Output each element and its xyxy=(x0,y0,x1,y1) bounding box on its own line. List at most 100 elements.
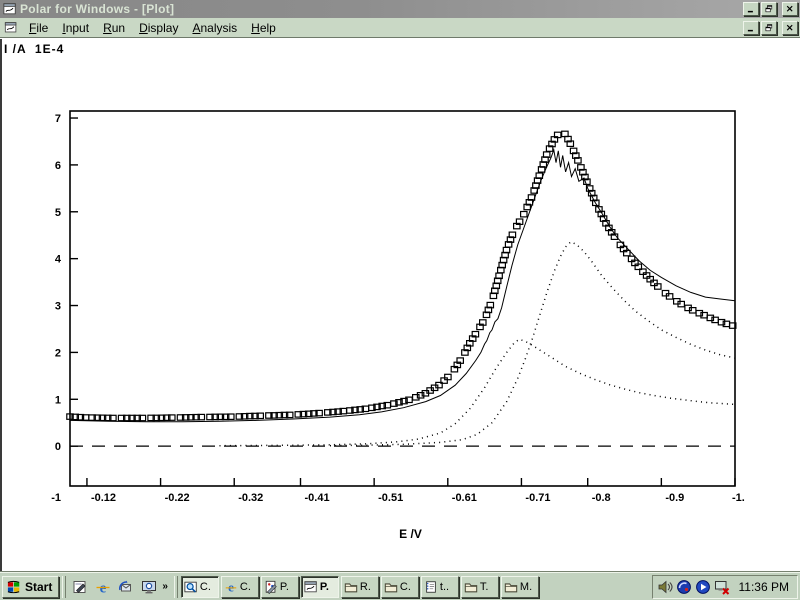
close-button[interactable] xyxy=(782,21,798,35)
series-experimental-points xyxy=(67,131,736,421)
system-tray: 11:36 PM xyxy=(652,575,798,599)
svg-text:-0.12: -0.12 xyxy=(91,492,116,504)
quick-launch-bar: e xyxy=(69,576,159,597)
quicklaunch-outlook-express-button[interactable] xyxy=(115,576,136,597)
viewer-icon xyxy=(141,579,157,595)
series-component-1-dotted xyxy=(220,339,736,445)
start-button[interactable]: Start xyxy=(2,576,59,598)
series-total-fit-line xyxy=(70,150,735,422)
svg-text:-0.8: -0.8 xyxy=(592,492,611,504)
folder-icon xyxy=(384,580,398,594)
minimize-icon xyxy=(745,23,757,33)
app-window-icon[interactable] xyxy=(3,2,17,16)
close-icon xyxy=(784,4,796,14)
quicklaunch-overflow-chevron[interactable]: » xyxy=(159,577,171,597)
task-button-label: C. xyxy=(200,581,211,593)
task-button-label: R. xyxy=(360,581,371,593)
quicklaunch-viewer-button[interactable] xyxy=(138,576,159,597)
taskbar: Start e » C. e C. P. P. R. C. t.. T. M. 11:36 PM xyxy=(0,572,800,600)
svg-text:6: 6 xyxy=(55,160,61,172)
mdi-controls xyxy=(743,21,798,35)
polar-for-windows-app: Polar for Windows - [Plot] FileInputRunD… xyxy=(0,0,800,600)
restore-button[interactable] xyxy=(761,2,777,16)
title-bar: Polar for Windows - [Plot] xyxy=(0,0,800,18)
svg-text:-0.41: -0.41 xyxy=(305,492,330,504)
task-button-6-folder[interactable]: C. xyxy=(381,576,419,598)
close-button[interactable] xyxy=(782,2,798,16)
plot-canvas[interactable]: -0.12 -0.22 -0.32 -0.41 -0.51 -0.61 -0.71 -0.8 -… xyxy=(2,39,800,572)
menu-analysis[interactable]: Analysis xyxy=(185,19,244,37)
magnifier-icon xyxy=(184,580,198,594)
restore-icon xyxy=(763,23,775,33)
svg-text:-0.61: -0.61 xyxy=(452,492,477,504)
task-button-2-ie[interactable]: e C. xyxy=(221,576,259,598)
task-button-label: P. xyxy=(320,581,329,593)
minimize-icon xyxy=(745,4,757,14)
task-button-label: C. xyxy=(400,581,411,593)
media-play-icon[interactable] xyxy=(695,579,711,595)
task-button-label: T. xyxy=(480,581,489,593)
menu-bar: FileInputRunDisplayAnalysisHelp xyxy=(0,18,800,38)
task-button-label: t.. xyxy=(440,581,449,593)
restore-button[interactable] xyxy=(761,21,777,35)
folder-icon xyxy=(504,580,518,594)
svg-text:-0.51: -0.51 xyxy=(378,492,403,504)
offline-network-icon[interactable] xyxy=(714,579,730,595)
svg-text:7: 7 xyxy=(55,113,61,125)
polar-app-icon xyxy=(304,580,318,594)
task-button-9-folder[interactable]: M. xyxy=(501,576,539,598)
quicklaunch-show-desktop-button[interactable] xyxy=(69,576,90,597)
outlook-express-icon xyxy=(118,579,134,595)
svg-text:1: 1 xyxy=(55,394,61,406)
task-button-4-polar-app[interactable]: P. xyxy=(301,576,339,598)
task-button-3-package[interactable]: P. xyxy=(261,576,299,598)
task-button-label: M. xyxy=(520,581,532,593)
start-label: Start xyxy=(25,580,52,594)
y-axis-title: I /A 1E-4 xyxy=(4,42,64,56)
svg-text:3: 3 xyxy=(55,301,61,313)
folder-icon xyxy=(464,580,478,594)
show-desktop-icon xyxy=(72,579,88,595)
taskbar-handle[interactable] xyxy=(62,576,66,598)
taskbar-handle-2[interactable] xyxy=(174,576,178,598)
ie-icon: e xyxy=(224,580,238,594)
folder-icon xyxy=(344,580,358,594)
svg-text:-1: -1 xyxy=(51,492,61,504)
windows-flag-icon xyxy=(6,579,22,594)
svg-text:e: e xyxy=(228,580,234,594)
task-button-7-notepad[interactable]: t.. xyxy=(421,576,459,598)
menu-file[interactable]: File xyxy=(22,19,55,37)
svg-text:-0.22: -0.22 xyxy=(165,492,190,504)
minimize-button[interactable] xyxy=(743,21,759,35)
notepad-icon xyxy=(424,580,438,594)
mdi-child-icon[interactable] xyxy=(4,21,18,34)
svg-text:0: 0 xyxy=(55,441,61,453)
taskbar-clock[interactable]: 11:36 PM xyxy=(733,580,789,594)
titlebar-controls xyxy=(743,2,798,16)
svg-text:4: 4 xyxy=(55,254,62,266)
task-button-label: C. xyxy=(240,581,251,593)
package-icon xyxy=(264,580,278,594)
task-button-strip: C. e C. P. P. R. C. t.. T. M. xyxy=(181,576,649,598)
menu-input[interactable]: Input xyxy=(55,19,96,37)
svg-text:-1.: -1. xyxy=(732,492,745,504)
restore-icon xyxy=(763,4,775,14)
close-icon xyxy=(784,23,796,33)
volume-icon[interactable] xyxy=(657,579,673,595)
task-button-label: P. xyxy=(280,581,289,593)
internet-explorer-icon: e xyxy=(95,579,111,595)
quicklaunch-internet-explorer-button[interactable]: e xyxy=(92,576,113,597)
task-button-1-magnifier[interactable]: C. xyxy=(181,576,219,598)
menu-run[interactable]: Run xyxy=(96,19,132,37)
menu-help[interactable]: Help xyxy=(244,19,283,37)
plot-client-area: -0.12 -0.22 -0.32 -0.41 -0.51 -0.61 -0.71 -0.8 -… xyxy=(0,39,800,572)
minimize-button[interactable] xyxy=(743,2,759,16)
svg-text:-0.71: -0.71 xyxy=(525,492,550,504)
task-button-8-folder[interactable]: T. xyxy=(461,576,499,598)
window-title: Polar for Windows - [Plot] xyxy=(20,2,743,16)
svg-text:-0.32: -0.32 xyxy=(238,492,263,504)
svg-text:2: 2 xyxy=(55,347,61,359)
media-sphere-icon[interactable] xyxy=(676,579,692,595)
task-button-5-folder[interactable]: R. xyxy=(341,576,379,598)
menu-display[interactable]: Display xyxy=(132,19,185,37)
